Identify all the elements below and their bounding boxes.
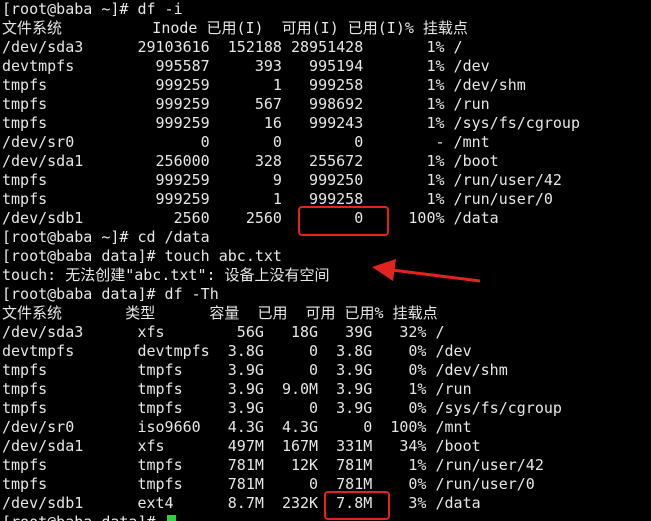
red-arrow-icon xyxy=(372,259,481,283)
terminal-window[interactable]: [root@baba ~]# df -i 文件系统 Inode 已用(I) 可用… xyxy=(0,0,651,521)
